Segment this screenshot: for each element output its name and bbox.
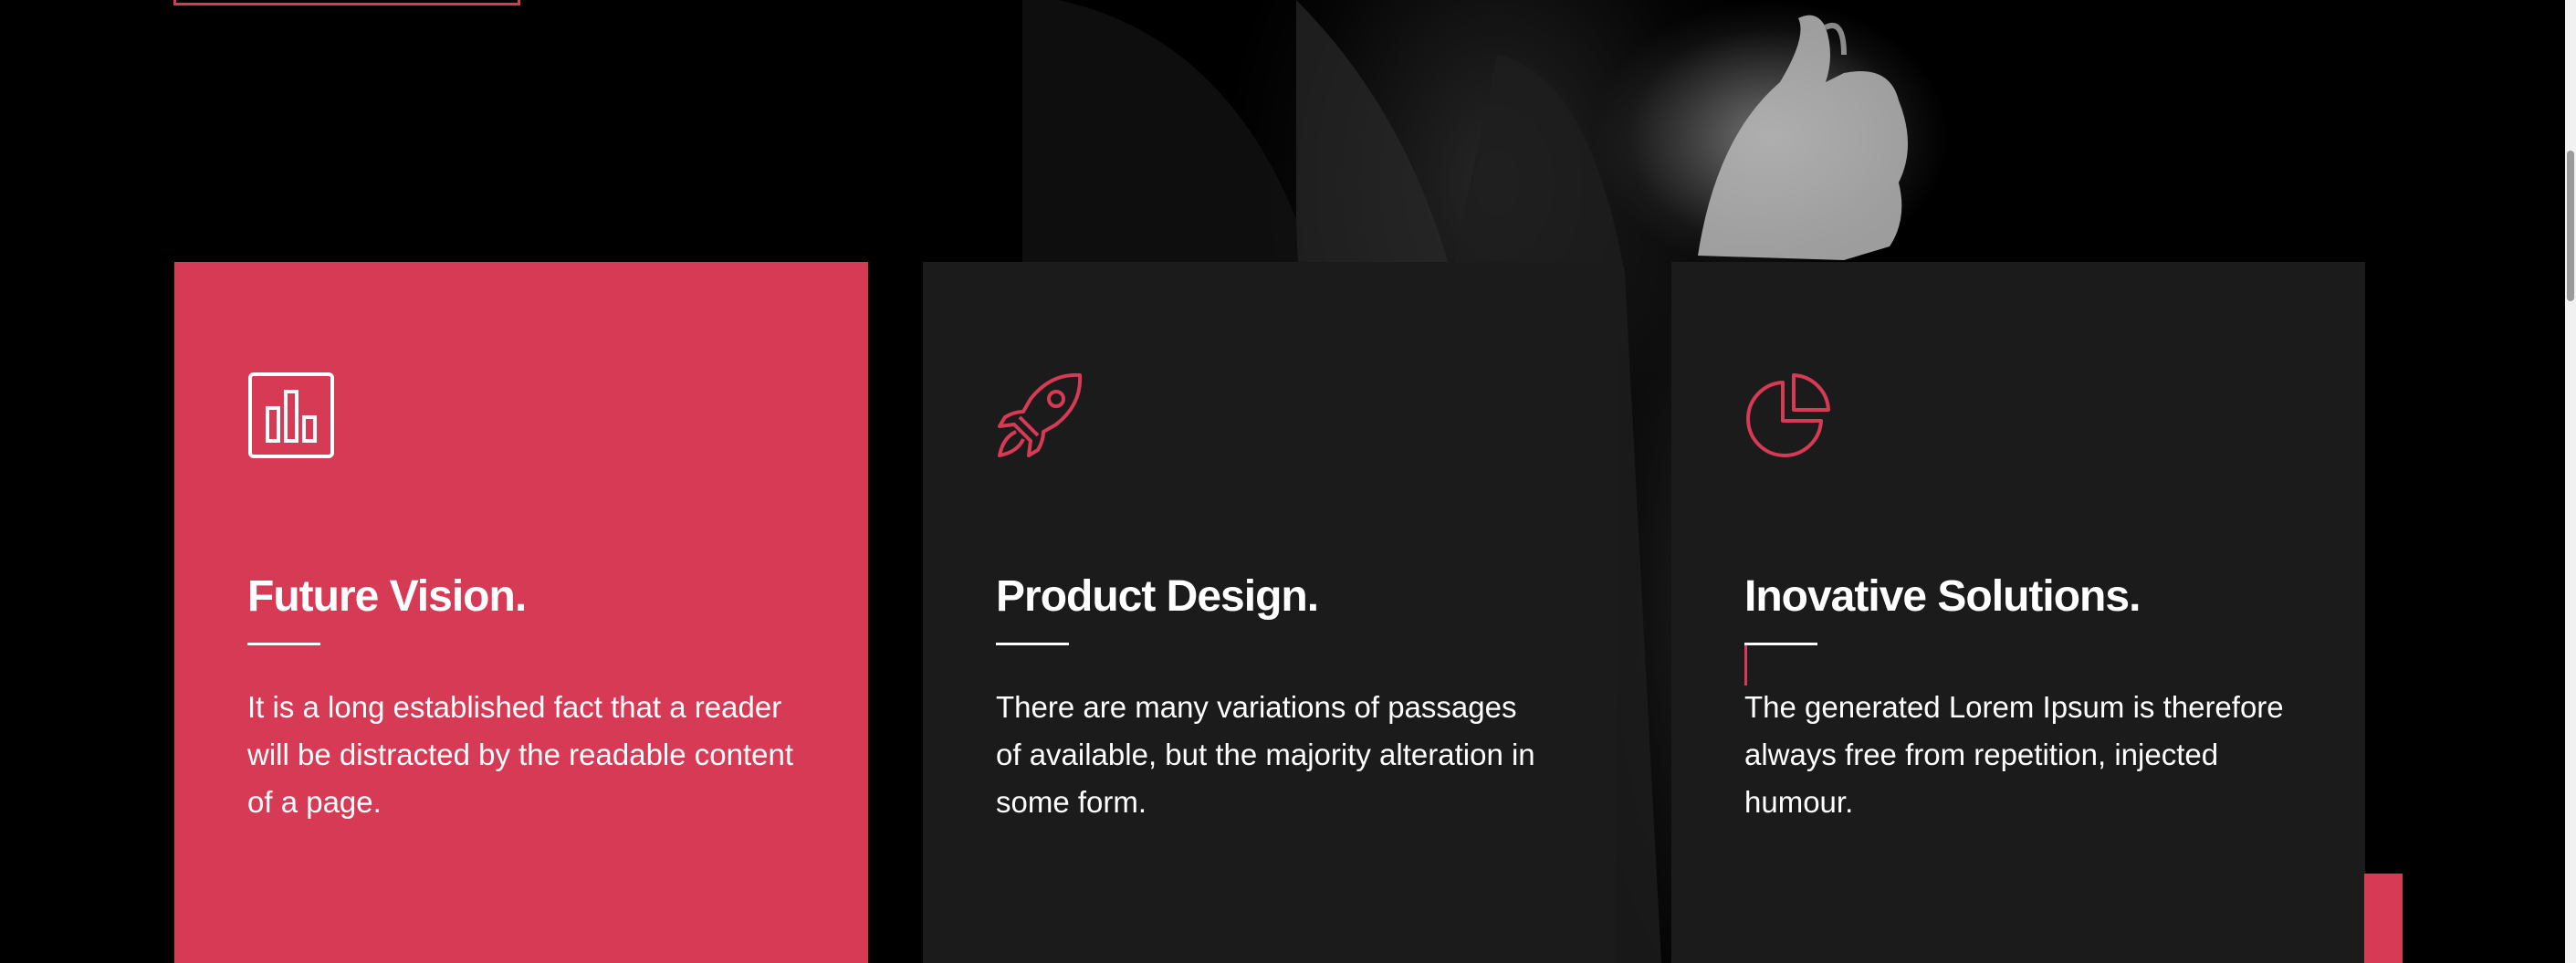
scroll-to-top-button-edge[interactable] [2364, 874, 2403, 963]
hero-cta-button-edge[interactable] [173, 0, 520, 5]
feature-card-inovative-solutions: Inovative Solutions. The generated Lorem… [1671, 262, 2365, 963]
scrollbar-thumb[interactable] [2567, 151, 2574, 301]
rocket-icon [998, 372, 1083, 457]
card-title: Product Design. [996, 572, 1319, 621]
feature-card-product-design: Product Design. There are many variation… [923, 262, 1617, 963]
page: Future Vision. It is a long established … [0, 0, 2576, 963]
title-underline [1744, 643, 1817, 645]
title-underline [996, 643, 1069, 645]
card-description: The generated Lorem Ipsum is therefore a… [1744, 690, 2284, 819]
card-title: Future Vision. [247, 572, 527, 621]
title-underline [247, 643, 320, 645]
feature-card-future-vision: Future Vision. It is a long established … [174, 262, 868, 963]
accent-caret [1744, 645, 1747, 686]
bar-chart-icon [248, 372, 334, 458]
card-description: It is a long established fact that a rea… [247, 690, 794, 819]
scrollbar[interactable] [2565, 0, 2576, 963]
card-description: There are many variations of passages of… [996, 690, 1535, 819]
pie-chart-icon [1746, 373, 1830, 457]
card-title: Inovative Solutions. [1744, 572, 2141, 621]
